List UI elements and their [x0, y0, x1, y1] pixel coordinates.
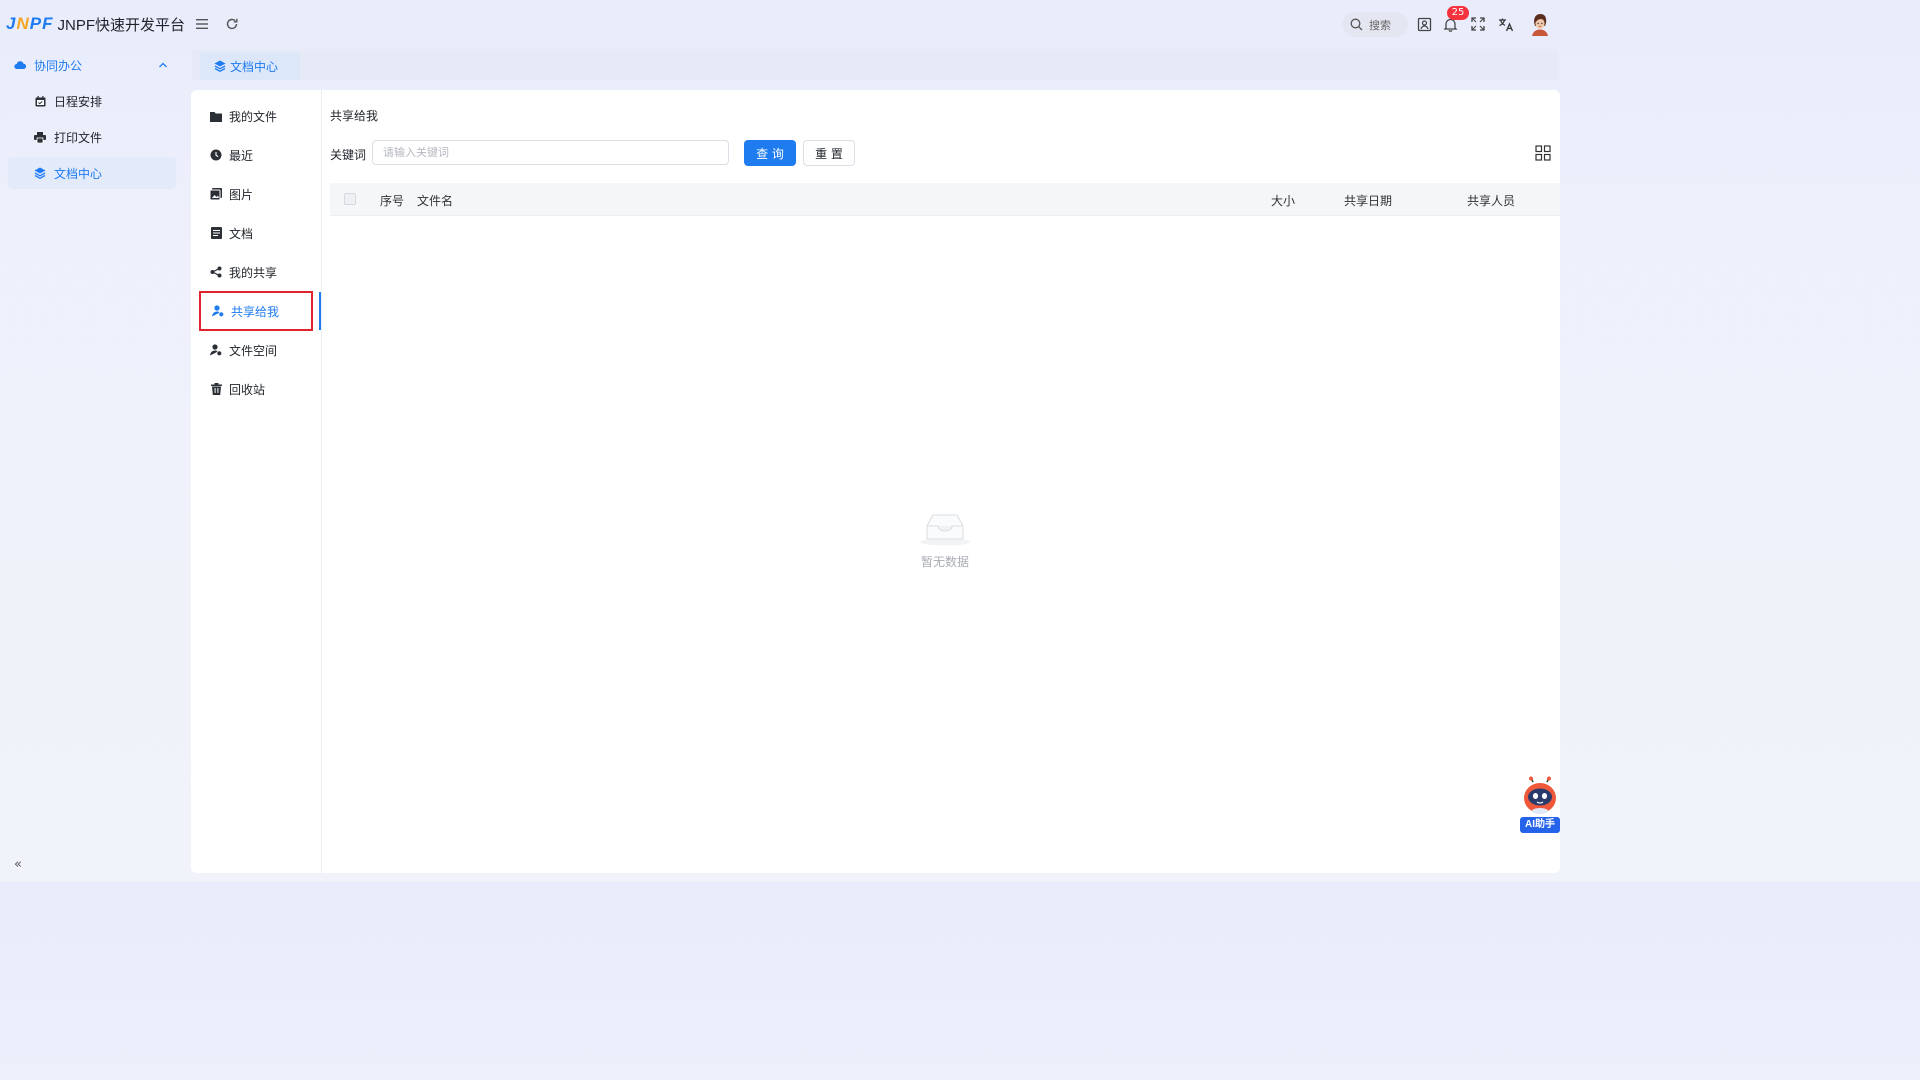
translate-icon[interactable]	[1496, 14, 1516, 34]
doc-nav-label: 图片	[229, 187, 254, 202]
document-icon	[210, 227, 222, 239]
tab-bar: 文档中心	[192, 49, 1559, 80]
contacts-icon[interactable]	[1414, 14, 1434, 34]
empty-state: 暂无数据	[915, 510, 975, 570]
doc-nav-recent[interactable]: 最近	[199, 135, 313, 175]
robot-icon	[1524, 776, 1556, 814]
image-icon	[210, 188, 222, 200]
logo-mark: JNPF	[6, 14, 54, 33]
search-input[interactable]: 搜索	[1342, 12, 1408, 37]
doc-nav-label: 文档	[229, 226, 254, 241]
sidebar-item-docs[interactable]: 文档中心	[8, 157, 176, 189]
doc-nav-label: 我的文件	[229, 109, 278, 124]
column-header-sharer[interactable]: 共享人员	[1467, 192, 1515, 209]
main-panel: 我的文件 最近 图片 文档 我的共享 共享给我 文件空间 回收站 共享给我 关键…	[191, 90, 1560, 873]
user-space-icon	[210, 344, 222, 356]
folder-icon	[210, 110, 222, 122]
trash-icon	[210, 383, 222, 395]
search-icon	[1350, 18, 1363, 31]
collapse-sidebar-icon[interactable]: «	[14, 857, 22, 872]
empty-inbox-icon	[920, 514, 970, 546]
layers-icon	[214, 60, 226, 72]
doc-nav-label: 共享给我	[231, 304, 280, 319]
refresh-icon[interactable]	[222, 14, 242, 34]
doc-nav-label: 最近	[229, 148, 254, 163]
doc-nav-label: 我的共享	[229, 265, 278, 280]
search-placeholder: 搜索	[1369, 18, 1391, 32]
doc-nav-my-shares[interactable]: 我的共享	[199, 252, 313, 292]
sidebar-item-label: 文档中心	[54, 166, 103, 181]
sidebar-group-label: 协同办公	[34, 58, 83, 73]
doc-nav: 我的文件 最近 图片 文档 我的共享 共享给我 文件空间 回收站	[191, 90, 322, 873]
user-avatar[interactable]	[1529, 12, 1551, 36]
active-nav-indicator	[319, 292, 321, 330]
sidebar-item-schedule[interactable]: 日程安排	[8, 85, 176, 117]
column-header-share-date[interactable]: 共享日期	[1344, 192, 1392, 209]
column-header-index: 序号	[380, 194, 405, 208]
calendar-icon	[34, 95, 46, 107]
logo[interactable]: JNPF JNPF快速开发平台	[6, 12, 185, 36]
reset-button[interactable]: 重 置	[803, 140, 855, 166]
ai-assistant-label: AI助手	[1520, 817, 1560, 833]
share-icon	[210, 266, 222, 278]
menu-toggle-icon[interactable]	[192, 14, 212, 34]
doc-nav-images[interactable]: 图片	[199, 174, 313, 214]
user-shared-icon	[212, 305, 224, 317]
top-bar: JNPF JNPF快速开发平台 搜索 25	[0, 0, 1568, 48]
tab-label: 文档中心	[230, 59, 279, 74]
doc-nav-shared-with-me[interactable]: 共享给我	[199, 291, 313, 331]
grid-view-icon[interactable]	[1535, 145, 1551, 161]
cloud-icon	[14, 61, 26, 70]
keyword-label: 关键词	[330, 148, 367, 162]
keyword-input[interactable]	[372, 140, 729, 165]
layers-icon	[34, 167, 46, 179]
doc-nav-documents[interactable]: 文档	[199, 213, 313, 253]
table-header: 序号 文件名 大小 共享日期 共享人员	[330, 183, 1560, 216]
sidebar-item-label: 日程安排	[54, 94, 103, 109]
sidebar-group-collab[interactable]: 协同办公	[8, 52, 178, 78]
page-title: 共享给我	[330, 109, 379, 123]
notification-badge: 25	[1447, 6, 1469, 20]
doc-nav-file-space[interactable]: 文件空间	[199, 330, 313, 370]
ai-assistant-button[interactable]: AI助手	[1520, 776, 1560, 834]
column-header-filename[interactable]: 文件名	[417, 192, 453, 209]
chevron-up-icon	[159, 62, 167, 68]
sidebar-item-print[interactable]: 打印文件	[8, 121, 176, 153]
column-header-size[interactable]: 大小	[1271, 192, 1295, 209]
query-button[interactable]: 查 询	[744, 140, 796, 166]
fullscreen-icon[interactable]	[1468, 14, 1488, 34]
tab-doc-center[interactable]: 文档中心	[200, 52, 300, 80]
doc-nav-my-files[interactable]: 我的文件	[199, 96, 313, 136]
clock-icon	[210, 149, 222, 161]
content-area: 共享给我 关键词 查 询 重 置 序号 文件名 大小 共享日期 共享人员 暂无数…	[330, 90, 1560, 873]
select-all-checkbox[interactable]	[344, 193, 356, 205]
doc-nav-label: 文件空间	[229, 343, 278, 358]
app-title: JNPF快速开发平台	[57, 16, 185, 34]
doc-nav-recycle-bin[interactable]: 回收站	[199, 369, 313, 409]
sidebar-item-label: 打印文件	[54, 130, 103, 145]
empty-text: 暂无数据	[920, 555, 969, 569]
sidebar: 协同办公 日程安排 打印文件 文档中心 «	[0, 48, 184, 882]
doc-nav-label: 回收站	[229, 382, 266, 397]
printer-icon	[34, 131, 46, 143]
